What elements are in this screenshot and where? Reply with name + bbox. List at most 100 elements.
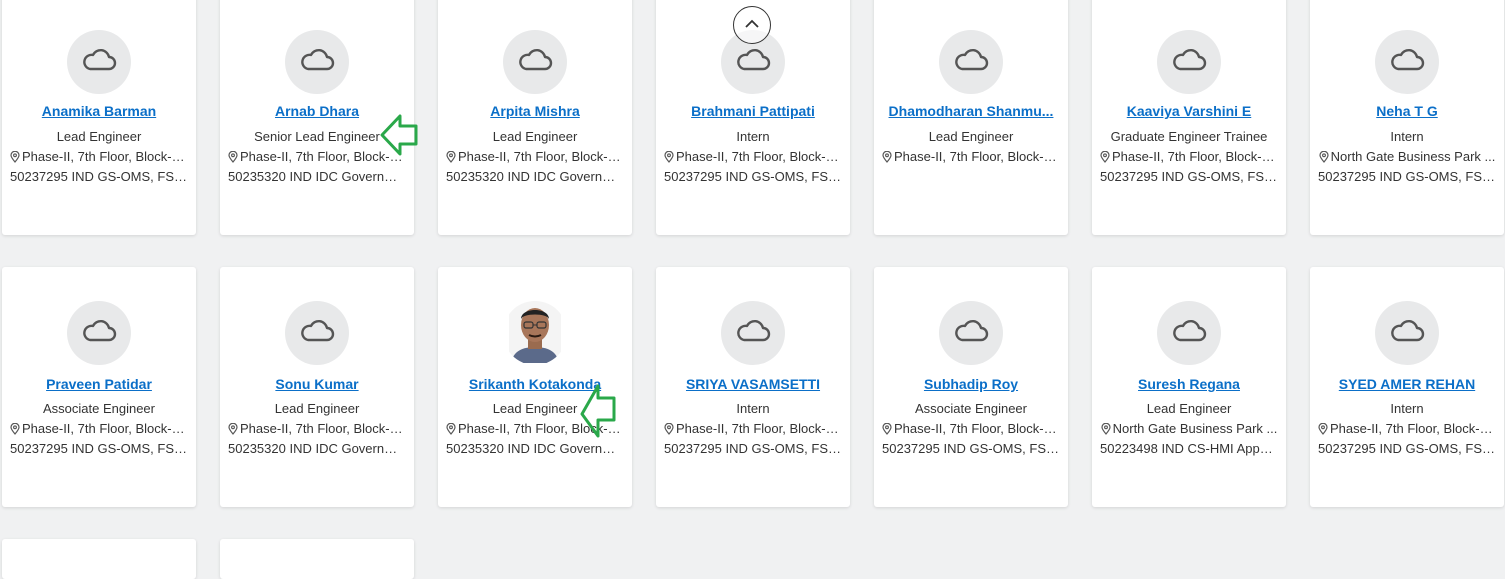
map-pin-icon [882,422,892,435]
scroll-to-top-button[interactable] [733,6,771,44]
person-card[interactable]: Anamika Barman Lead Engineer Phase-II, 7th… [2,0,196,235]
avatar[interactable] [1157,30,1221,94]
cloud-icon [299,48,335,77]
map-pin-icon [10,150,20,163]
person-card[interactable] [220,539,414,579]
map-pin-icon [228,150,238,163]
map-pin-icon [1319,150,1329,163]
location-text: Phase-II, 7th Floor, Block-III... [894,421,1060,436]
avatar-photo[interactable] [503,301,567,365]
map-pin-icon [664,150,674,163]
avatar[interactable] [67,30,131,94]
location-text: Phase-II, 7th Floor, Block-III... [894,149,1060,164]
cloud-icon [1171,48,1207,77]
org-unit: 50235320 IND IDC Governme... [446,169,624,184]
person-card[interactable] [2,539,196,579]
avatar[interactable] [503,30,567,94]
location-text: Phase-II, 7th Floor, Block-III... [1112,149,1278,164]
map-pin-icon [1101,422,1111,435]
job-title: Intern [736,401,770,416]
person-name-link[interactable]: Sonu Kumar [226,376,408,392]
green-arrow-icon [380,113,420,162]
map-pin-icon [446,422,456,435]
org-unit: 50237295 IND GS-OMS, FSW... [1318,441,1496,456]
person-card[interactable]: SRIYA VASAMSETTI Intern Phase-II, 7th Floo… [656,267,850,507]
org-unit: 50237295 IND GS-OMS, FSW... [1318,169,1496,184]
person-name-link[interactable]: Brahmani Pattipati [662,103,844,119]
person-name-link[interactable]: Subhadip Roy [880,376,1062,392]
person-name-link[interactable]: Dhamodharan Shanmu... [880,103,1062,119]
location: Phase-II, 7th Floor, Block-III... [10,421,188,436]
location: Phase-II, 7th Floor, Block-III, ... [10,149,188,164]
location-text: Phase-II, 7th Floor, Block-III... [676,421,842,436]
person-card[interactable]: Sonu Kumar Lead Engineer Phase-II, 7th Flo… [220,267,414,507]
org-unit: 50235320 IND IDC Governme... [228,441,406,456]
avatar[interactable] [939,301,1003,365]
map-pin-icon [882,150,892,163]
org-unit: 50235320 IND IDC Governme... [228,169,406,184]
location-text: Phase-II, 7th Floor, Block-III... [240,421,406,436]
person-name-link[interactable]: Kaaviya Varshini E [1098,103,1280,119]
person-card[interactable]: Kaaviya Varshini E Graduate Engineer Trai… [1092,0,1286,235]
person-card[interactable]: Suresh Regana Lead Engineer North Gate Bus… [1092,267,1286,507]
location: Phase-II, 7th Floor, Block-III... [446,149,624,164]
person-name-link[interactable]: SRIYA VASAMSETTI [662,376,844,392]
avatar[interactable] [721,301,785,365]
location-text: Phase-II, 7th Floor, Block-III... [1330,421,1496,436]
location-text: Phase-II, 7th Floor, Block-III... [458,149,624,164]
person-name-link[interactable]: Praveen Patidar [8,376,190,392]
location-text: North Gate Business Park ... [1112,421,1278,436]
person-card[interactable]: Dhamodharan Shanmu... Lead Engineer Phase-… [874,0,1068,235]
cloud-icon [735,319,771,348]
map-pin-icon [664,422,674,435]
person-name-link[interactable]: Arpita Mishra [444,103,626,119]
location: North Gate Business Park ... [1100,421,1278,436]
job-title: Associate Engineer [42,401,155,416]
location: Phase-II, 7th Floor, Block-III... [882,421,1060,436]
job-title: Lead Engineer [274,401,360,416]
cloud-icon [953,319,989,348]
person-name-link[interactable]: Suresh Regana [1098,376,1280,392]
job-title: Graduate Engineer Trainee [1110,129,1268,144]
avatar[interactable] [285,301,349,365]
chevron-up-icon [744,16,760,34]
person-card[interactable]: Praveen Patidar Associate Engineer Phase-I… [2,267,196,507]
job-title: Lead Engineer [928,129,1014,144]
job-title: Intern [736,129,770,144]
cloud-icon [1171,319,1207,348]
person-card[interactable]: Neha T G Intern North Gate Business Park .… [1310,0,1504,235]
avatar[interactable] [1375,30,1439,94]
avatar[interactable] [67,301,131,365]
avatar[interactable] [1375,301,1439,365]
avatar[interactable] [1157,301,1221,365]
avatar[interactable] [285,30,349,94]
location: Phase-II, 7th Floor, Block-III... [228,421,406,436]
cloud-icon [517,48,553,77]
org-unit: 50223498 IND CS-HMI Apps ... [1100,441,1278,456]
person-card[interactable]: Subhadip Roy Associate Engineer Phase-II, … [874,267,1068,507]
map-pin-icon [10,422,20,435]
cloud-icon [81,319,117,348]
location: Phase-II, 7th Floor, Block-III... [1318,421,1496,436]
org-unit: 50237295 IND GS-OMS, FSW... [1100,169,1278,184]
job-title: Lead Engineer [56,129,142,144]
person-name-link[interactable]: Anamika Barman [8,103,190,119]
cloud-icon [299,319,335,348]
map-pin-icon [1318,422,1328,435]
person-name-link[interactable]: Neha T G [1316,103,1498,119]
job-title: Intern [1390,129,1424,144]
avatar[interactable] [939,30,1003,94]
location-text: Phase-II, 7th Floor, Block-III... [676,149,842,164]
map-pin-icon [1100,150,1110,163]
person-name-link[interactable]: SYED AMER REHAN [1316,376,1498,392]
org-unit: 50237295 IND GS-OMS, FSW... [10,169,188,184]
green-arrow-icon [580,384,618,443]
location: North Gate Business Park ... [1318,149,1496,164]
job-title: Lead Engineer [492,129,578,144]
person-card[interactable]: SYED AMER REHAN Intern Phase-II, 7th Floor… [1310,267,1504,507]
cloud-icon [1389,319,1425,348]
org-unit: 50237295 IND GS-OMS, FSW... [882,441,1060,456]
map-pin-icon [446,150,456,163]
org-unit: 50237295 IND GS-OMS, FSW... [664,441,842,456]
person-card[interactable]: Arpita Mishra Lead Engineer Phase-II, 7th … [438,0,632,235]
